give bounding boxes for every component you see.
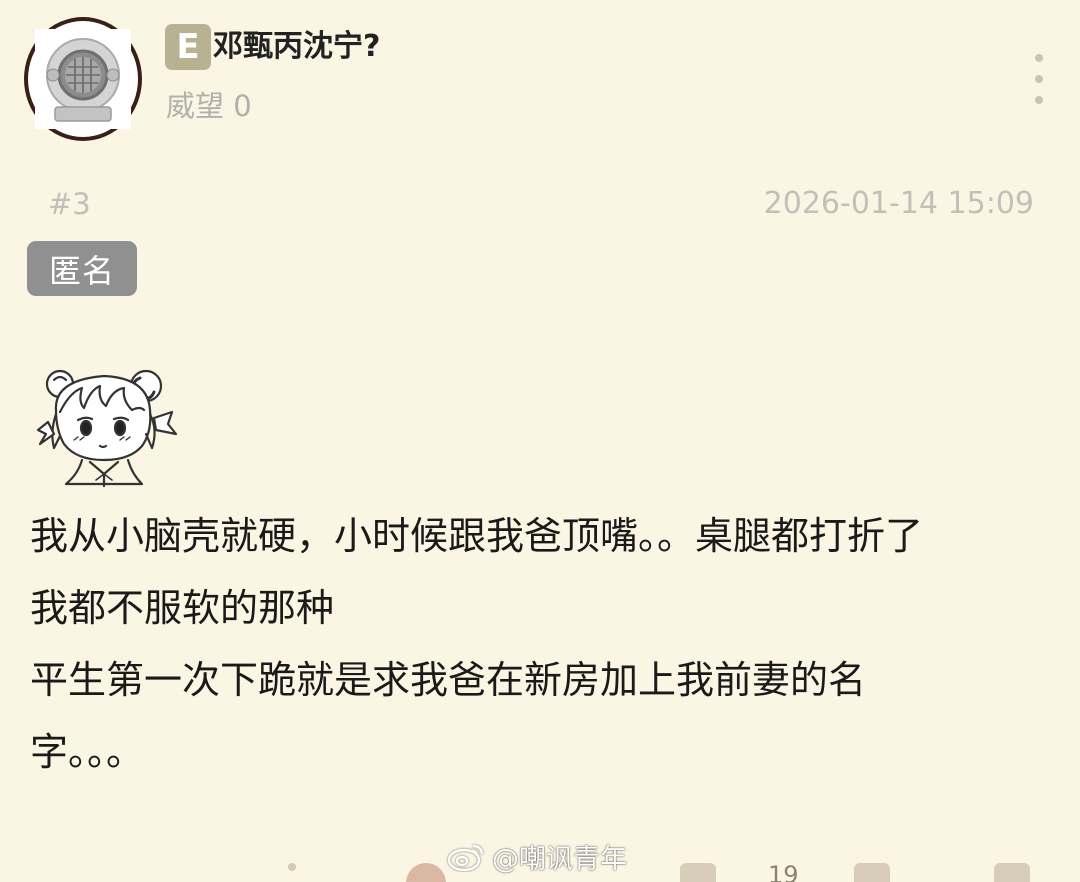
weibo-watermark: @嘲讽青年 bbox=[446, 836, 627, 876]
post-card: E 邓甄丙沈宁? 威望 0 #3 2026-01-14 15:09 匿名 我从小… bbox=[0, 0, 1080, 882]
menu-dot bbox=[1035, 75, 1043, 83]
user-level-badge: E bbox=[165, 24, 211, 70]
floor-number: #3 bbox=[48, 187, 91, 221]
post-body-line: 我从小脑壳就硬，小时候跟我爸顶嘴。。桌腿都打折了 bbox=[30, 514, 924, 558]
post-body: 我从小脑壳就硬，小时候跟我爸顶嘴。。桌腿都打折了 我都不服软的那种 平生第一次下… bbox=[30, 500, 1055, 788]
anime-girl-sticker-icon bbox=[36, 369, 178, 488]
share-icon[interactable] bbox=[994, 863, 1030, 882]
watermark-text: @嘲讽青年 bbox=[492, 843, 627, 875]
thumbs-up-icon[interactable] bbox=[680, 863, 716, 882]
reward-icon[interactable] bbox=[406, 863, 446, 882]
post-body-line: 我都不服软的那种 bbox=[30, 586, 335, 630]
user-reputation: 威望 0 bbox=[166, 89, 252, 123]
comment-icon[interactable] bbox=[288, 863, 296, 871]
diving-helmet-icon bbox=[35, 29, 131, 129]
weibo-logo-icon bbox=[447, 844, 484, 872]
menu-dot bbox=[1035, 96, 1043, 104]
more-options-icon[interactable] bbox=[1026, 54, 1052, 104]
like-count: 19 bbox=[768, 861, 799, 882]
menu-dot bbox=[1035, 54, 1043, 62]
username[interactable]: 邓甄丙沈宁? bbox=[213, 24, 380, 70]
user-avatar[interactable] bbox=[24, 17, 142, 141]
post-timestamp: 2026-01-14 15:09 bbox=[763, 186, 1034, 221]
anonymous-badge: 匿名 bbox=[27, 241, 137, 296]
post-body-line: 平生第一次下跪就是求我爸在新房加上我前妻的名 bbox=[30, 658, 867, 702]
thumbs-down-icon[interactable] bbox=[854, 863, 890, 882]
post-body-line: 字。。。 bbox=[30, 730, 145, 774]
